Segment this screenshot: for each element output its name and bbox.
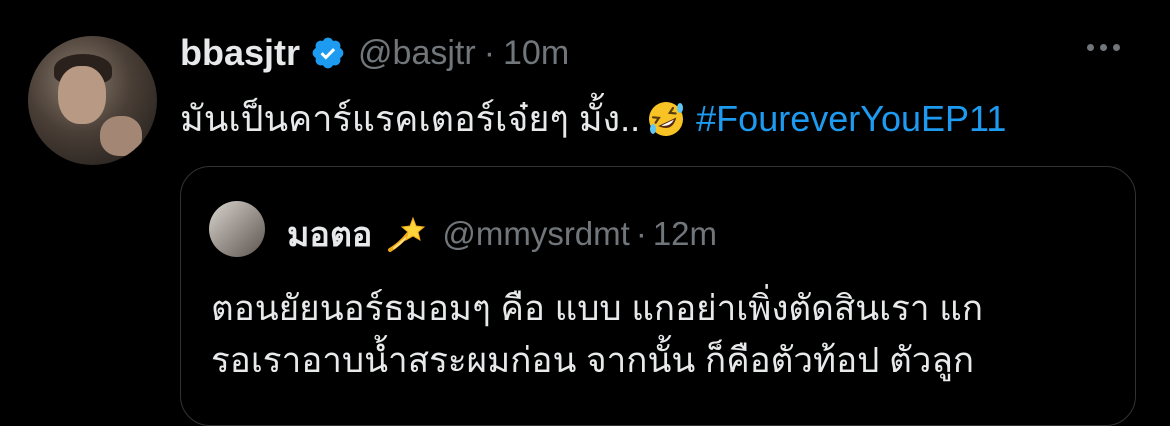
tweet-header: bbasjtr @basjtr · 10m [180,32,569,74]
quoted-author-name: มอตอ [287,216,373,254]
quoted-tweet-card[interactable]: มอตอ @mmysrdmt · 12m ตอนยัยนอร์ธมอมๆ คือ… [180,166,1136,426]
tweet-body: มันเป็นคาร์แรคเตอร์เจ๋ยๆ มั้ง.. #Foureve… [180,90,1006,147]
dizzy-emoji-icon [388,216,426,252]
tweet-text: มันเป็นคาร์แรคเตอร์เจ๋ยๆ มั้ง.. [180,98,641,139]
hashtag-link[interactable]: #FoureverYouEP11 [696,98,1006,140]
more-options-icon[interactable] [1087,44,1120,51]
author-avatar[interactable] [28,36,157,165]
quoted-timestamp: 12m [652,215,718,252]
quoted-author-avatar [209,201,265,257]
quoted-author-handle: @mmysrdmt [442,215,630,252]
quoted-text-line: รอเราอาบน้ำสระผมก่อน จากนั้น ก็คือตัวท้อ… [211,341,975,380]
quoted-tweet-text: ตอนยัยนอร์ธมอมๆ คือ แบบ แกอย่าเพิ่งตัดสิ… [211,283,983,387]
author-display-name[interactable]: bbasjtr [180,32,300,74]
separator-dot: · [483,33,496,72]
verified-badge-icon [312,37,344,69]
quoted-tweet-header: มอตอ @mmysrdmt · 12m [287,207,717,261]
quoted-text-line: ตอนยัยนอร์ธมอมๆ คือ แบบ แกอย่าเพิ่งตัดสิ… [211,289,984,328]
tweet-timestamp[interactable]: 10m [503,34,569,73]
quoted-separator-dot: · [635,215,647,252]
rofl-emoji-icon [649,101,684,136]
author-handle[interactable]: @basjtr [358,34,476,73]
